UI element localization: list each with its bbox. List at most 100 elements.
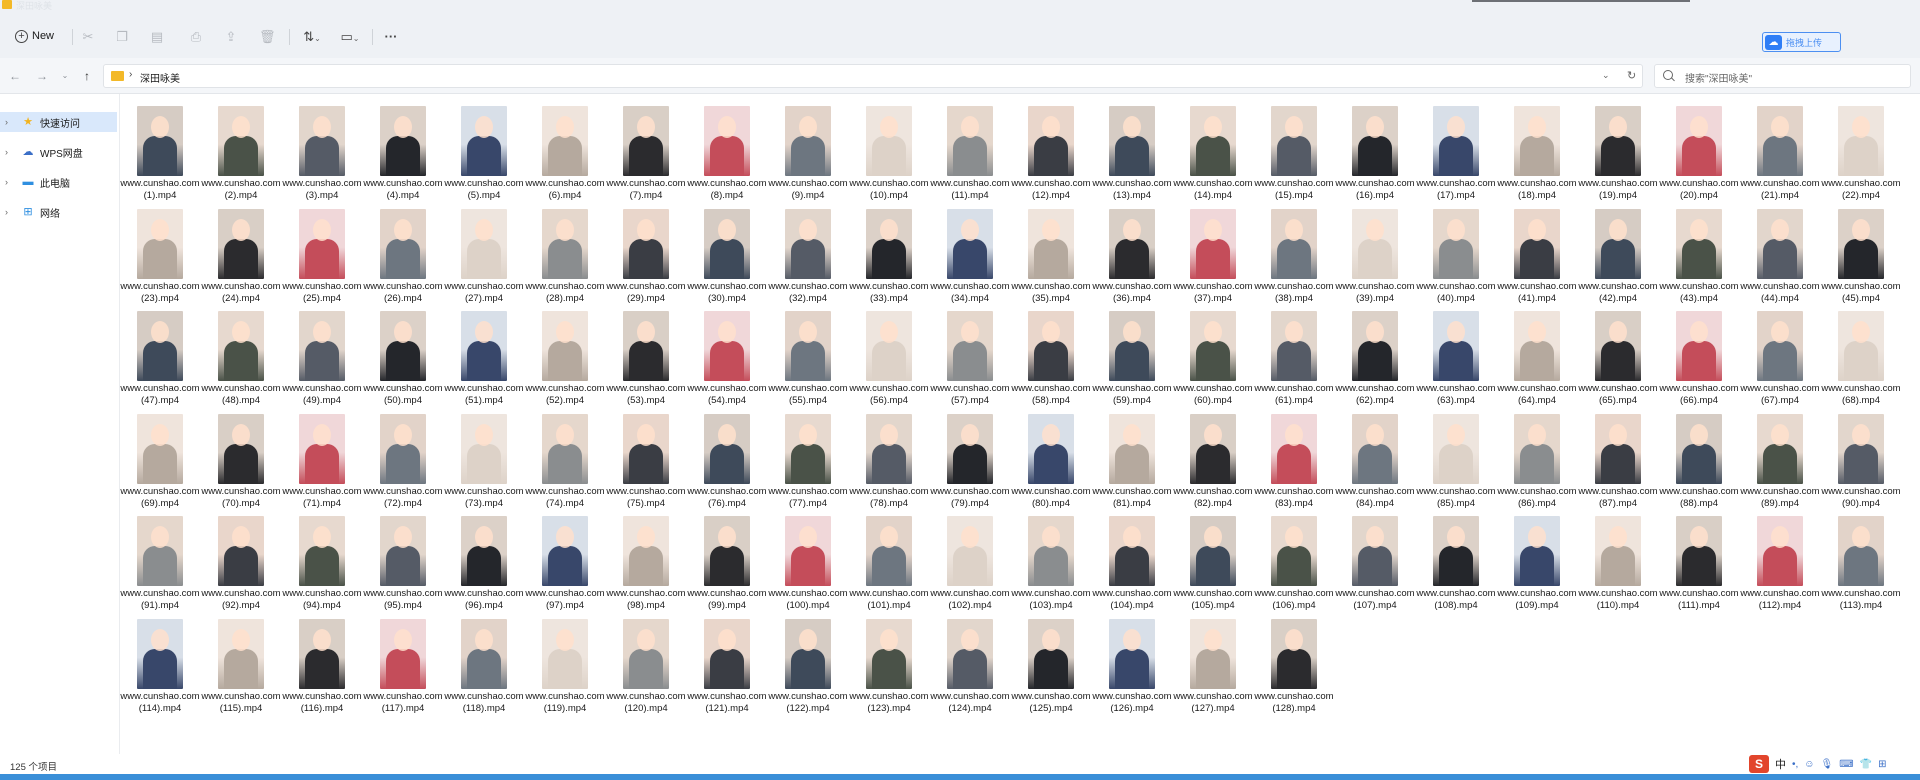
file-item[interactable]: www.cunshao.com (27).mp4 xyxy=(444,197,524,304)
file-item[interactable]: www.cunshao.com (30).mp4 xyxy=(687,197,767,304)
file-item[interactable]: www.cunshao.com (51).mp4 xyxy=(444,299,524,406)
copy-icon[interactable]: ❐ xyxy=(114,29,130,45)
file-item[interactable]: www.cunshao.com (83).mp4 xyxy=(1254,402,1334,509)
punctuation-icon[interactable]: •, xyxy=(1792,759,1798,770)
file-item[interactable]: www.cunshao.com (44).mp4 xyxy=(1740,197,1820,304)
upload-button[interactable]: ☁ 拖拽上传 xyxy=(1762,32,1841,52)
search-input[interactable]: 搜索"深田咏美" xyxy=(1654,64,1911,88)
file-item[interactable]: www.cunshao.com (35).mp4 xyxy=(1011,197,1091,304)
path-field[interactable]: › 深田咏美 ⌄ ↻ xyxy=(103,64,1643,88)
paste-icon[interactable]: ▤ xyxy=(149,29,165,45)
file-item[interactable]: www.cunshao.com (123).mp4 xyxy=(849,607,929,714)
file-item[interactable]: www.cunshao.com (26).mp4 xyxy=(363,197,443,304)
file-item[interactable]: www.cunshao.com (59).mp4 xyxy=(1092,299,1172,406)
file-item[interactable]: www.cunshao.com (66).mp4 xyxy=(1659,299,1739,406)
file-item[interactable]: www.cunshao.com (126).mp4 xyxy=(1092,607,1172,714)
file-item[interactable]: www.cunshao.com (47).mp4 xyxy=(120,299,200,406)
file-item[interactable]: www.cunshao.com (96).mp4 xyxy=(444,504,524,611)
file-item[interactable]: www.cunshao.com (29).mp4 xyxy=(606,197,686,304)
microphone-icon[interactable]: 🎙 xyxy=(1821,759,1834,770)
file-item[interactable]: www.cunshao.com (39).mp4 xyxy=(1335,197,1415,304)
file-item[interactable]: www.cunshao.com (102).mp4 xyxy=(930,504,1010,611)
keyboard-icon[interactable]: ⌨ xyxy=(1839,759,1853,770)
chevron-down-icon[interactable]: ⌄ xyxy=(1602,70,1610,81)
file-item[interactable]: www.cunshao.com (49).mp4 xyxy=(282,299,362,406)
file-item[interactable]: www.cunshao.com (63).mp4 xyxy=(1416,299,1496,406)
file-item[interactable]: www.cunshao.com (40).mp4 xyxy=(1416,197,1496,304)
file-item[interactable]: www.cunshao.com (92).mp4 xyxy=(201,504,281,611)
file-item[interactable]: www.cunshao.com (41).mp4 xyxy=(1497,197,1577,304)
file-item[interactable]: www.cunshao.com (88).mp4 xyxy=(1659,402,1739,509)
file-item[interactable]: www.cunshao.com (104).mp4 xyxy=(1092,504,1172,611)
file-item[interactable]: www.cunshao.com (58).mp4 xyxy=(1011,299,1091,406)
file-item[interactable]: www.cunshao.com (80).mp4 xyxy=(1011,402,1091,509)
breadcrumb[interactable]: 深田咏美 xyxy=(140,70,180,85)
file-item[interactable]: www.cunshao.com (8).mp4 xyxy=(687,94,767,201)
file-item[interactable]: www.cunshao.com (19).mp4 xyxy=(1578,94,1658,201)
chevron-right-icon[interactable]: › xyxy=(5,207,15,217)
file-item[interactable]: www.cunshao.com (117).mp4 xyxy=(363,607,443,714)
more-icon[interactable]: ··· xyxy=(383,29,399,45)
file-item[interactable]: www.cunshao.com (75).mp4 xyxy=(606,402,686,509)
file-item[interactable]: www.cunshao.com (4).mp4 xyxy=(363,94,443,201)
file-item[interactable]: www.cunshao.com (108).mp4 xyxy=(1416,504,1496,611)
file-item[interactable]: www.cunshao.com (20).mp4 xyxy=(1659,94,1739,201)
file-item[interactable]: www.cunshao.com (127).mp4 xyxy=(1173,607,1253,714)
file-item[interactable]: www.cunshao.com (64).mp4 xyxy=(1497,299,1577,406)
sidebar-item-network[interactable]: › ⊞ 网络 xyxy=(0,202,117,222)
file-item[interactable]: www.cunshao.com (52).mp4 xyxy=(525,299,605,406)
file-item[interactable]: www.cunshao.com (70).mp4 xyxy=(201,402,281,509)
file-item[interactable]: www.cunshao.com (122).mp4 xyxy=(768,607,848,714)
file-item[interactable]: www.cunshao.com (11).mp4 xyxy=(930,94,1010,201)
file-item[interactable]: www.cunshao.com (53).mp4 xyxy=(606,299,686,406)
file-item[interactable]: www.cunshao.com (113).mp4 xyxy=(1821,504,1901,611)
file-item[interactable]: www.cunshao.com (65).mp4 xyxy=(1578,299,1658,406)
file-item[interactable]: www.cunshao.com (100).mp4 xyxy=(768,504,848,611)
file-item[interactable]: www.cunshao.com (77).mp4 xyxy=(768,402,848,509)
chevron-right-icon[interactable]: › xyxy=(129,69,132,80)
file-item[interactable]: www.cunshao.com (124).mp4 xyxy=(930,607,1010,714)
view-icon[interactable]: ▭⌄ xyxy=(336,29,364,45)
file-item[interactable]: www.cunshao.com (99).mp4 xyxy=(687,504,767,611)
file-item[interactable]: www.cunshao.com (84).mp4 xyxy=(1335,402,1415,509)
chevron-right-icon[interactable]: › xyxy=(5,147,15,157)
file-item[interactable]: www.cunshao.com (85).mp4 xyxy=(1416,402,1496,509)
chevron-right-icon[interactable]: › xyxy=(5,177,15,187)
file-item[interactable]: www.cunshao.com (112).mp4 xyxy=(1740,504,1820,611)
file-item[interactable]: www.cunshao.com (86).mp4 xyxy=(1497,402,1577,509)
file-item[interactable]: www.cunshao.com (79).mp4 xyxy=(930,402,1010,509)
file-item[interactable]: www.cunshao.com (7).mp4 xyxy=(606,94,686,201)
file-item[interactable]: www.cunshao.com (120).mp4 xyxy=(606,607,686,714)
file-item[interactable]: www.cunshao.com (116).mp4 xyxy=(282,607,362,714)
file-item[interactable]: www.cunshao.com (90).mp4 xyxy=(1821,402,1901,509)
file-item[interactable]: www.cunshao.com (73).mp4 xyxy=(444,402,524,509)
file-item[interactable]: www.cunshao.com (121).mp4 xyxy=(687,607,767,714)
file-item[interactable]: www.cunshao.com (89).mp4 xyxy=(1740,402,1820,509)
sidebar-item-this-pc[interactable]: › ▬ 此电脑 xyxy=(0,172,117,192)
file-item[interactable]: www.cunshao.com (24).mp4 xyxy=(201,197,281,304)
file-item[interactable]: www.cunshao.com (34).mp4 xyxy=(930,197,1010,304)
file-item[interactable]: www.cunshao.com (74).mp4 xyxy=(525,402,605,509)
file-item[interactable]: www.cunshao.com (109).mp4 xyxy=(1497,504,1577,611)
file-item[interactable]: www.cunshao.com (32).mp4 xyxy=(768,197,848,304)
sort-icon[interactable]: ⇅⌄ xyxy=(298,29,326,45)
file-item[interactable]: www.cunshao.com (72).mp4 xyxy=(363,402,443,509)
file-item[interactable]: www.cunshao.com (5).mp4 xyxy=(444,94,524,201)
file-item[interactable]: www.cunshao.com (101).mp4 xyxy=(849,504,929,611)
file-item[interactable]: www.cunshao.com (55).mp4 xyxy=(768,299,848,406)
file-item[interactable]: www.cunshao.com (36).mp4 xyxy=(1092,197,1172,304)
back-icon[interactable]: ← xyxy=(8,69,22,83)
delete-icon[interactable]: 🗑 xyxy=(259,29,276,45)
file-item[interactable]: www.cunshao.com (87).mp4 xyxy=(1578,402,1658,509)
file-item[interactable]: www.cunshao.com (22).mp4 xyxy=(1821,94,1901,201)
refresh-icon[interactable]: ↻ xyxy=(1627,69,1636,82)
new-button[interactable]: + New xyxy=(15,26,54,46)
file-item[interactable]: www.cunshao.com (25).mp4 xyxy=(282,197,362,304)
file-item[interactable]: www.cunshao.com (68).mp4 xyxy=(1821,299,1901,406)
file-item[interactable]: www.cunshao.com (91).mp4 xyxy=(120,504,200,611)
toolbox-icon[interactable]: ⊞ xyxy=(1878,759,1886,770)
file-item[interactable]: www.cunshao.com (50).mp4 xyxy=(363,299,443,406)
file-item[interactable]: www.cunshao.com (118).mp4 xyxy=(444,607,524,714)
emoji-icon[interactable]: ☺ xyxy=(1804,759,1814,770)
file-item[interactable]: www.cunshao.com (114).mp4 xyxy=(120,607,200,714)
